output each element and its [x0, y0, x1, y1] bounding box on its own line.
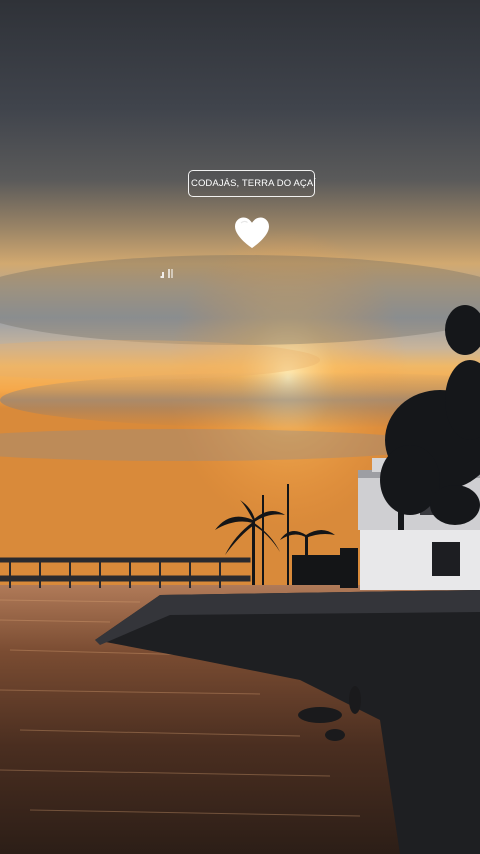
story-viewer[interactable]: CODAJÁS, TERRA DO AÇAÍ	[0, 0, 480, 854]
location-label: CODAJÁS, TERRA DO AÇAÍ	[190, 178, 317, 189]
music-note-icon	[160, 269, 173, 278]
location-sticker[interactable]: CODAJÁS, TERRA DO AÇAÍ	[188, 170, 317, 197]
white-heart-icon[interactable]	[233, 216, 271, 250]
story-photo	[0, 0, 480, 854]
